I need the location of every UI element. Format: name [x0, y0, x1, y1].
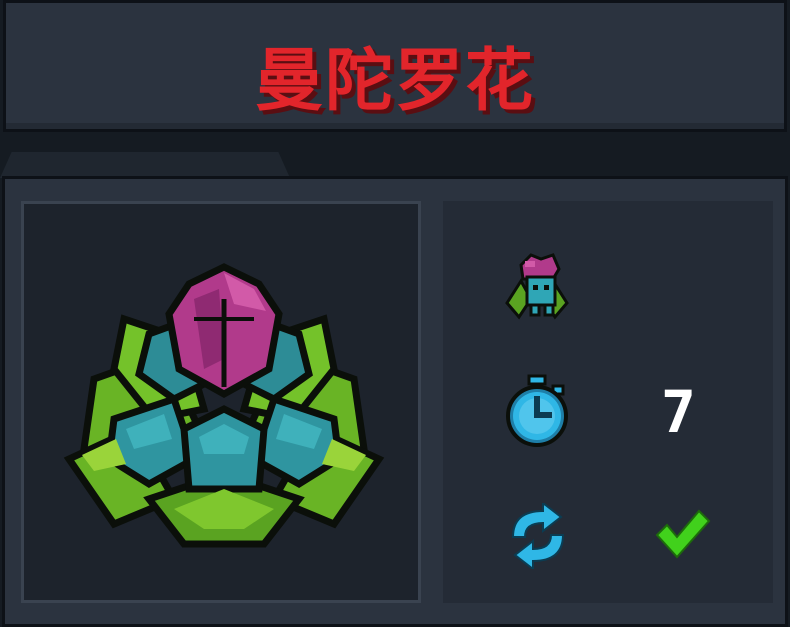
mandrake-creature-icon: [505, 253, 569, 320]
growth-time-value: 7: [661, 378, 696, 446]
plant-info-card: 曼陀罗花 7: [0, 0, 790, 627]
mandrake-flower-icon: [63, 263, 385, 548]
plant-name-title: 曼陀罗花: [254, 42, 535, 121]
stopwatch-icon: [506, 374, 568, 447]
info-panel: 7 ✔: [2, 176, 788, 627]
title-bar: 曼陀罗花: [3, 0, 787, 132]
plant-preview-box: [21, 201, 421, 603]
panel-tab-strip: [0, 152, 290, 178]
refresh-arrows-icon: [511, 503, 565, 569]
checkmark-icon: [655, 509, 711, 559]
plant-stats-box: 7 ✔: [443, 201, 773, 603]
